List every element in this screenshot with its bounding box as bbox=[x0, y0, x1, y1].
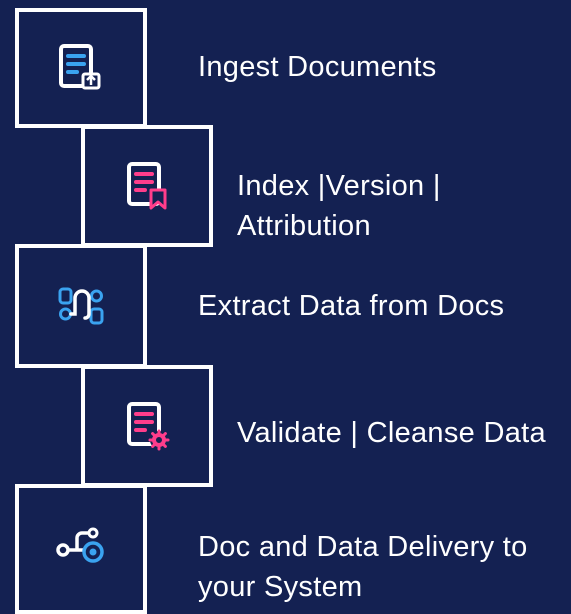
step-2-label-line-1: Index |Version | bbox=[237, 170, 441, 202]
step-4-label-line-1: Validate | Cleanse Data bbox=[237, 417, 546, 449]
step-2-icon-box bbox=[81, 125, 213, 247]
document-upload-icon bbox=[19, 12, 143, 124]
delivery-pipeline-icon bbox=[19, 488, 143, 604]
step-5-label: Doc and Data Delivery to your System bbox=[198, 527, 528, 607]
step-4-icon-box bbox=[81, 365, 213, 487]
step-3-label-line-1: Extract Data from Docs bbox=[198, 290, 505, 322]
document-settings-icon bbox=[85, 369, 209, 483]
data-flow-icon bbox=[19, 248, 143, 364]
step-1-label-line-1: Ingest Documents bbox=[198, 51, 437, 83]
step-1-label: Ingest Documents bbox=[198, 47, 437, 87]
step-5-icon-box bbox=[15, 484, 147, 614]
step-2-label: Index |Version | Attribution bbox=[237, 166, 441, 246]
step-5-label-line-1: Doc and Data Delivery to bbox=[198, 531, 528, 563]
step-3-icon-box bbox=[15, 244, 147, 368]
step-2-label-line-2: Attribution bbox=[237, 210, 371, 242]
step-4-label: Validate | Cleanse Data bbox=[237, 413, 546, 453]
workflow-steps: Ingest Documents Index |Version | Attrib… bbox=[0, 0, 571, 614]
step-5-label-line-2: your System bbox=[198, 571, 363, 603]
document-bookmark-icon bbox=[85, 129, 209, 243]
step-3-label: Extract Data from Docs bbox=[198, 286, 504, 326]
step-1-icon-box bbox=[15, 8, 147, 128]
